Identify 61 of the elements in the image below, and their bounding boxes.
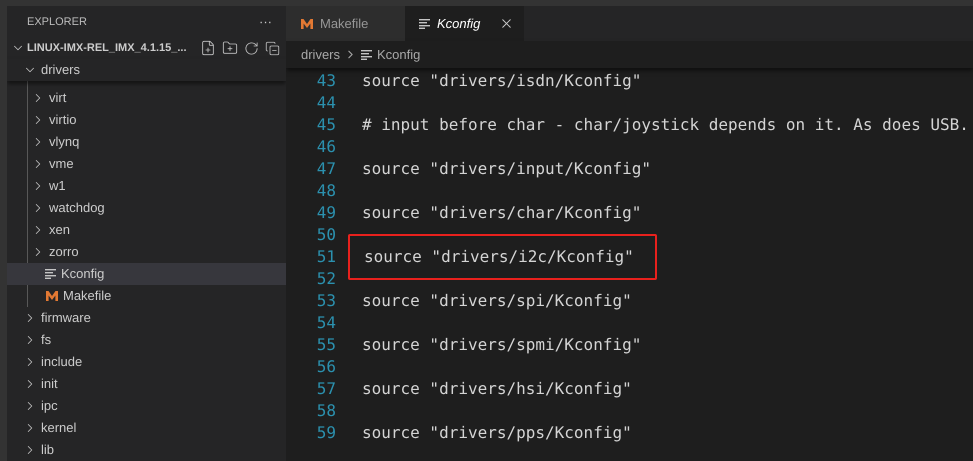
file-item[interactable]: Makefile <box>7 285 286 307</box>
line-number: 50 <box>316 224 336 246</box>
line-number: 55 <box>316 334 336 356</box>
code-line: source "drivers/i2c/Kconfig" <box>364 246 634 268</box>
breadcrumb-item[interactable]: drivers <box>301 44 340 64</box>
line-number: 57 <box>316 378 336 400</box>
workspace-header[interactable]: LINUX-IMX-REL_IMX_4.1.15_... <box>7 38 286 59</box>
new-folder-icon[interactable] <box>222 40 238 56</box>
line-number: 58 <box>316 400 336 422</box>
workspace-title: LINUX-IMX-REL_IMX_4.1.15_... <box>27 41 187 56</box>
folder-item[interactable]: drivers <box>7 59 286 81</box>
folder-item[interactable]: lib <box>7 439 286 461</box>
line-number: 53 <box>316 290 336 312</box>
new-file-icon[interactable] <box>200 40 216 56</box>
panel-title: EXPLORER <box>27 14 87 30</box>
line-number: 47 <box>316 158 336 180</box>
line-number: 45 <box>316 114 336 136</box>
lines-icon <box>45 269 57 279</box>
code-line: source "drivers/pps/Kconfig" <box>362 422 632 444</box>
breadcrumb-item[interactable]: Kconfig <box>377 44 420 64</box>
folder-item[interactable]: ipc <box>7 395 286 417</box>
lines-icon <box>361 50 374 60</box>
code-line: source "drivers/isdn/Kconfig" <box>362 70 642 92</box>
folder-item[interactable]: virtio <box>7 109 286 131</box>
folder-item[interactable]: xen <box>7 219 286 241</box>
folder-item[interactable]: watchdog <box>7 197 286 219</box>
folder-item[interactable]: firmware <box>7 307 286 329</box>
line-number: 54 <box>316 312 336 334</box>
code-line: source "drivers/spi/Kconfig" <box>362 290 632 312</box>
line-number: 43 <box>316 70 336 92</box>
code-line: source "drivers/input/Kconfig" <box>362 158 651 180</box>
line-number: 44 <box>316 92 336 114</box>
file-item[interactable]: Kconfig <box>7 263 286 285</box>
more-button[interactable]: ··· <box>259 15 272 28</box>
folder-item[interactable]: zorro <box>7 241 286 263</box>
line-number: 51 <box>316 246 336 268</box>
code-line: # input before char - char/joystick depends on it. As does USB. <box>362 114 969 136</box>
folder-item[interactable]: vlynq <box>7 131 286 153</box>
collapse-icon[interactable] <box>265 40 280 56</box>
folder-item[interactable]: kernel <box>7 417 286 439</box>
folder-item[interactable]: w1 <box>7 175 286 197</box>
line-number: 52 <box>316 268 336 290</box>
folder-item[interactable]: include <box>7 351 286 373</box>
folder-item[interactable]: virt <box>7 87 286 109</box>
code-line: source "drivers/spmi/Kconfig" <box>362 334 642 356</box>
folder-item[interactable]: fs <box>7 329 286 351</box>
line-number: 48 <box>316 180 336 202</box>
m-icon <box>300 18 314 30</box>
editor-tab[interactable]: Makefile <box>286 6 405 41</box>
line-number: 59 <box>316 422 336 444</box>
code-line: source "drivers/hsi/Kconfig" <box>362 378 632 400</box>
code-line: source "drivers/char/Kconfig" <box>362 202 642 224</box>
line-number: 49 <box>316 202 336 224</box>
folder-item[interactable]: vme <box>7 153 286 175</box>
m-icon <box>45 290 59 302</box>
editor-tab[interactable]: Kconfig <box>405 6 524 41</box>
line-number: 56 <box>316 356 336 378</box>
line-number: 46 <box>316 136 336 158</box>
folder-item[interactable]: init <box>7 373 286 395</box>
lines-icon <box>419 18 431 28</box>
refresh-icon[interactable] <box>244 40 259 56</box>
